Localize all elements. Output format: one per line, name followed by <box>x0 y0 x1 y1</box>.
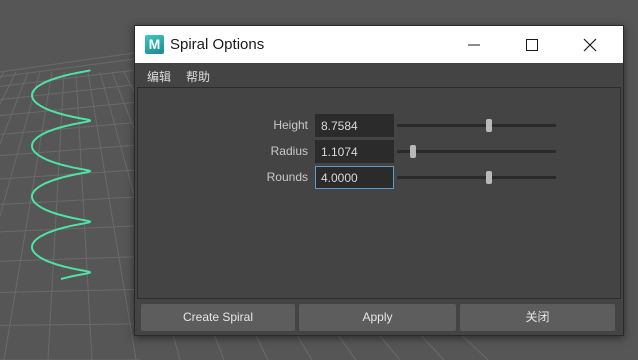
height-label: Height <box>273 118 308 132</box>
maya-logo-icon: M <box>145 35 164 54</box>
radius-field[interactable]: 1.1074 <box>315 140 394 163</box>
spiral-options-dialog: M Spiral Options 编辑 帮助 Height 8.7584 Rad… <box>134 25 624 336</box>
minimize-icon <box>468 44 480 45</box>
radius-row: Radius 1.1074 <box>138 139 620 163</box>
maximize-button[interactable] <box>509 26 555 63</box>
height-slider-thumb[interactable] <box>486 119 493 132</box>
radius-slider-thumb[interactable] <box>409 145 416 158</box>
minimize-button[interactable] <box>451 26 497 63</box>
rounds-row: Rounds 4.0000 <box>138 165 620 189</box>
rounds-slider[interactable] <box>397 176 556 179</box>
close-window-button[interactable] <box>567 26 613 63</box>
height-field[interactable]: 8.7584 <box>315 114 394 137</box>
options-panel: Height 8.7584 Radius 1.1074 Rounds 4.000… <box>137 87 621 299</box>
title-bar[interactable]: M Spiral Options <box>135 26 623 63</box>
radius-label: Radius <box>270 144 308 158</box>
maximize-icon <box>526 38 538 51</box>
create-spiral-button[interactable]: Create Spiral <box>141 304 295 331</box>
menu-edit[interactable]: 编辑 <box>147 68 171 85</box>
close-icon <box>583 38 597 51</box>
radius-slider[interactable] <box>397 150 556 153</box>
rounds-field[interactable]: 4.0000 <box>315 166 394 189</box>
close-button[interactable]: 关闭 <box>460 304 615 331</box>
button-bar: Create Spiral Apply 关闭 <box>135 304 623 334</box>
menu-bar: 编辑 帮助 <box>135 63 623 87</box>
window-title: Spiral Options <box>170 36 265 53</box>
rounds-slider-thumb[interactable] <box>486 171 493 184</box>
height-row: Height 8.7584 <box>138 113 620 137</box>
rounds-label: Rounds <box>266 170 308 184</box>
apply-button[interactable]: Apply <box>299 304 456 331</box>
menu-help[interactable]: 帮助 <box>186 68 210 85</box>
height-slider[interactable] <box>397 124 556 127</box>
